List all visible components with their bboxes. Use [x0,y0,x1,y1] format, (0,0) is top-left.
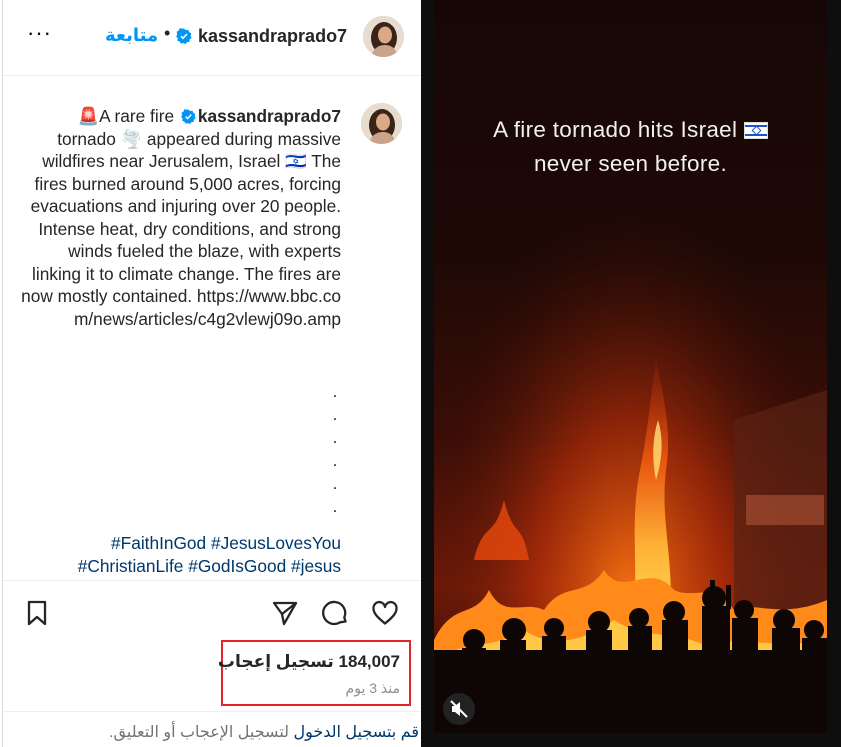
post-header: ··· متابعة • kassandraprado7 [3,0,421,76]
siren-emoji: 🚨 [77,106,100,126]
hashtag-link[interactable]: #JesusLovesYou [211,533,341,553]
login-link[interactable]: قم بتسجيل الدخول [293,724,419,741]
overlay-line-1: A fire tornado hits Israel [493,117,738,142]
post-panel: ··· متابعة • kassandraprado7 🚨A rare fir… [0,0,421,747]
post-caption: 🚨A rare fire kassandraprado7 tornado 🌪️ … [3,77,421,580]
caption-dots: . . . . . . [332,382,338,516]
hashtag-link[interactable]: #jesus [291,556,341,576]
likes-highlight: 184,007 تسجيل إعجاب منذ 3 يوم [218,640,411,706]
hashtag-list: #FaithInGod #JesusLovesYou #ChristianLif… [21,532,341,578]
verified-badge-icon [176,28,192,44]
avatar-image [363,16,404,57]
heart-icon[interactable] [371,599,399,627]
overlay-line-2: never seen before. [533,151,728,176]
post-time[interactable]: منذ 3 يوم [346,680,400,697]
avatar-image [361,103,402,144]
comment-icon[interactable] [321,599,349,627]
muted-speaker-icon[interactable] [443,693,475,725]
verified-badge-icon [181,109,196,124]
video-overlay-text: A fire tornado hits Israel never seen be… [434,113,827,181]
caption-lead: A rare fire [99,106,175,126]
video-player[interactable]: A fire tornado hits Israel never seen be… [434,0,827,733]
israel-flag-icon [743,122,768,139]
avatar[interactable] [363,16,404,57]
caption-avatar[interactable] [361,103,402,144]
hashtag-link[interactable]: #ChristianLife [78,556,184,576]
fire-scene-image [434,0,827,733]
login-prompt: قم بتسجيل الدخول لتسجيل الإعجاب أو التعل… [3,711,421,747]
login-text: قم بتسجيل الدخول لتسجيل الإعجاب أو التعل… [109,722,419,742]
speaker-glyph [450,700,468,718]
login-rest: لتسجيل الإعجاب أو التعليق. [109,724,294,741]
caption-username[interactable]: kassandraprado7 [198,106,341,126]
hashtag-link[interactable]: #FaithInGod [111,533,206,553]
separator-dot: • [164,23,171,43]
more-options-icon[interactable]: ··· [27,22,53,50]
send-icon[interactable] [271,599,299,627]
hashtag-link[interactable]: #GodIsGood [188,556,286,576]
bookmark-icon[interactable] [23,599,51,627]
caption-text: 🚨A rare fire kassandraprado7 tornado 🌪️ … [19,105,341,330]
likes-count[interactable]: 184,007 تسجيل إعجاب [218,652,400,672]
video-panel: A fire tornado hits Israel never seen be… [421,0,841,747]
header-username[interactable]: kassandraprado7 [198,26,347,47]
caption-body: tornado 🌪️ appeared during massive wildf… [21,128,341,307]
follow-button[interactable]: متابعة [105,25,158,46]
action-bar [3,580,421,646]
